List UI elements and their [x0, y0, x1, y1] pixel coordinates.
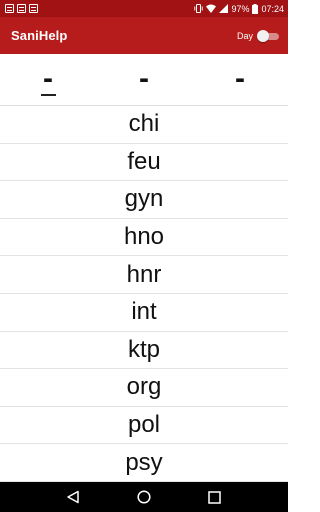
day-switch[interactable] — [257, 29, 279, 42]
battery-icon — [252, 3, 259, 14]
list-item[interactable]: ktp — [0, 332, 288, 370]
recents-button[interactable] — [203, 485, 227, 509]
status-bar: 97% 07:24 — [0, 0, 288, 17]
home-button[interactable] — [132, 485, 156, 509]
list-item[interactable]: int — [0, 294, 288, 332]
screen: 97% 07:24 SaniHelp Day - - - chi feu gyn… — [0, 0, 288, 512]
list-item[interactable]: chi — [0, 106, 288, 144]
wifi-icon — [206, 4, 217, 13]
tab-2[interactable]: - — [96, 54, 192, 105]
list-item[interactable]: org — [0, 369, 288, 407]
signal-icon — [219, 4, 229, 13]
department-list: chi feu gyn hno hnr int ktp org pol psy — [0, 106, 288, 482]
tab-label: - — [139, 61, 149, 95]
notification-icon — [29, 4, 38, 13]
day-toggle-label: Day — [236, 30, 253, 41]
vibrate-icon — [194, 4, 204, 13]
battery-percent: 97% — [231, 3, 250, 14]
tab-3[interactable]: - — [192, 54, 288, 105]
day-toggle[interactable]: Day — [236, 29, 279, 42]
back-icon — [67, 490, 80, 504]
tab-label: - — [43, 61, 53, 95]
home-icon — [137, 490, 151, 504]
navigation-bar — [0, 482, 288, 512]
clock: 07:24 — [261, 3, 284, 14]
tab-label: - — [235, 61, 245, 95]
system-icons: 97% 07:24 — [194, 3, 284, 14]
list-item[interactable]: feu — [0, 144, 288, 182]
back-button[interactable] — [61, 485, 85, 509]
notification-icon — [17, 4, 26, 13]
recents-icon — [208, 490, 221, 504]
list-item[interactable]: psy — [0, 444, 288, 482]
list-item[interactable]: pol — [0, 407, 288, 445]
tab-bar: - - - — [0, 54, 288, 106]
tab-1[interactable]: - — [0, 54, 96, 105]
notification-icon — [5, 4, 14, 13]
app-title: SaniHelp — [11, 28, 68, 43]
app-bar: SaniHelp Day — [0, 17, 288, 54]
list-item[interactable]: hnr — [0, 256, 288, 294]
list-item[interactable]: hno — [0, 219, 288, 257]
notification-icons — [5, 4, 38, 13]
list-item[interactable]: gyn — [0, 181, 288, 219]
switch-thumb — [257, 29, 269, 42]
